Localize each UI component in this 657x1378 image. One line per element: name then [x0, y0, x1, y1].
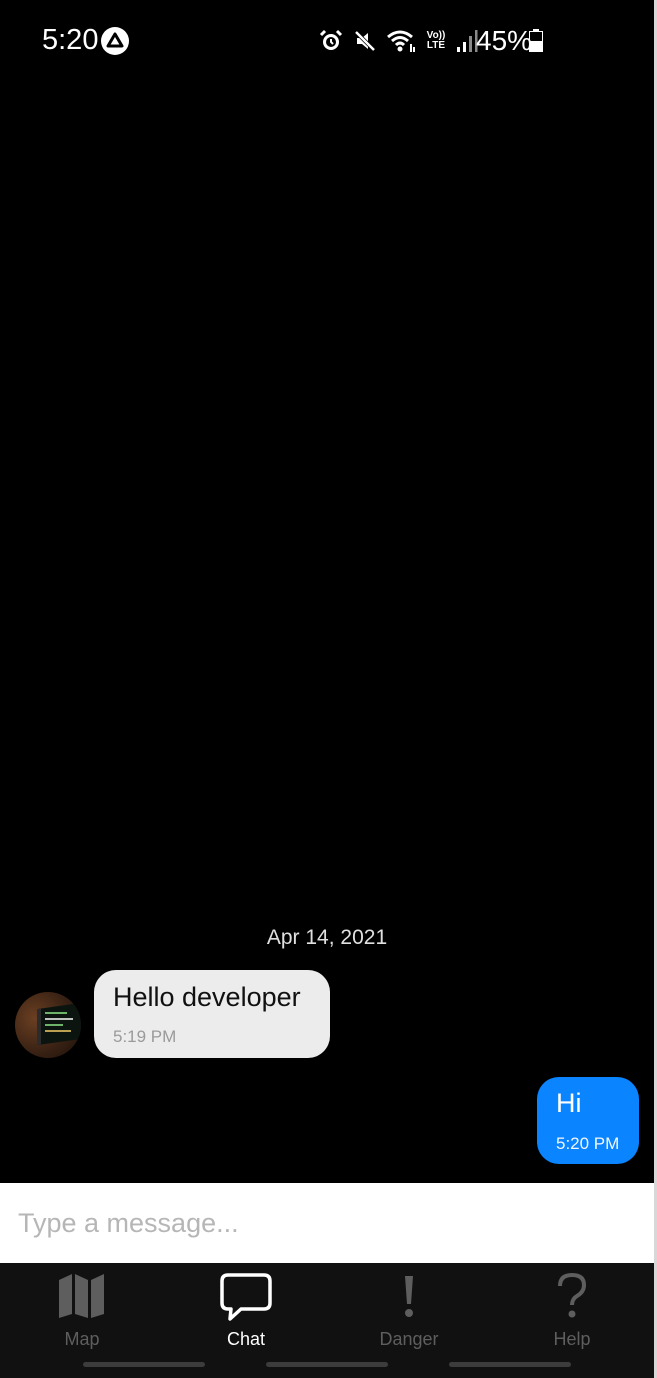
status-icons: Vo)) LTE: [318, 25, 478, 57]
tab-map[interactable]: Map: [0, 1263, 164, 1353]
nav-handle: [449, 1362, 571, 1367]
tab-label: Chat: [226, 1329, 266, 1349]
volte-bottom-label: LTE: [426, 40, 446, 51]
outgoing-message-bubble[interactable]: Hi 5:20 PM: [537, 1077, 639, 1164]
chat-bubble-icon: [220, 1273, 272, 1321]
wifi-icon: [387, 30, 415, 52]
nav-handle: [266, 1362, 388, 1367]
volte-icon: Vo)) LTE: [424, 31, 448, 51]
avatar-code-line: [45, 1012, 67, 1014]
date-separator: Apr 14, 2021: [266, 926, 388, 949]
nav-handle: [83, 1362, 205, 1367]
message-time: 5:20 PM: [556, 1134, 620, 1153]
avatar-code-line: [45, 1030, 71, 1032]
tab-label: Danger: [379, 1329, 439, 1349]
question-icon: [558, 1272, 587, 1318]
mute-icon: [354, 30, 376, 52]
map-icon: [59, 1274, 104, 1318]
avatar-code-line: [45, 1018, 73, 1020]
message-text: Hi: [556, 1088, 582, 1118]
message-text: Hello developer: [113, 982, 301, 1012]
battery-icon: [529, 29, 543, 52]
message-input[interactable]: [0, 1183, 654, 1263]
exclamation-icon: [405, 1276, 413, 1317]
incoming-message-bubble[interactable]: Hello developer 5:19 PM: [94, 970, 330, 1058]
tab-danger[interactable]: Danger: [327, 1263, 491, 1353]
tab-label: Help: [553, 1329, 591, 1349]
status-time: 5:20: [42, 24, 99, 56]
bottom-tab-bar: Map Chat Danger Help: [0, 1263, 654, 1378]
alarm-icon: [319, 29, 343, 50]
tab-help[interactable]: Help: [490, 1263, 654, 1353]
signal-icon: [457, 30, 478, 52]
tab-chat[interactable]: Chat: [164, 1263, 328, 1353]
avatar-code-line: [45, 1024, 63, 1026]
message-composer: [0, 1183, 654, 1263]
tab-label: Map: [64, 1329, 100, 1349]
battery-percentage: 45%: [476, 25, 533, 56]
message-time: 5:19 PM: [113, 1027, 177, 1046]
chat-screen: 5:20 Vo)) LTE 45% Apr 14, 2021 Hello dev…: [0, 0, 654, 1378]
status-bar: 5:20 Vo)) LTE 45%: [0, 0, 654, 80]
react-app-icon: [101, 27, 129, 55]
avatar[interactable]: [15, 992, 81, 1058]
